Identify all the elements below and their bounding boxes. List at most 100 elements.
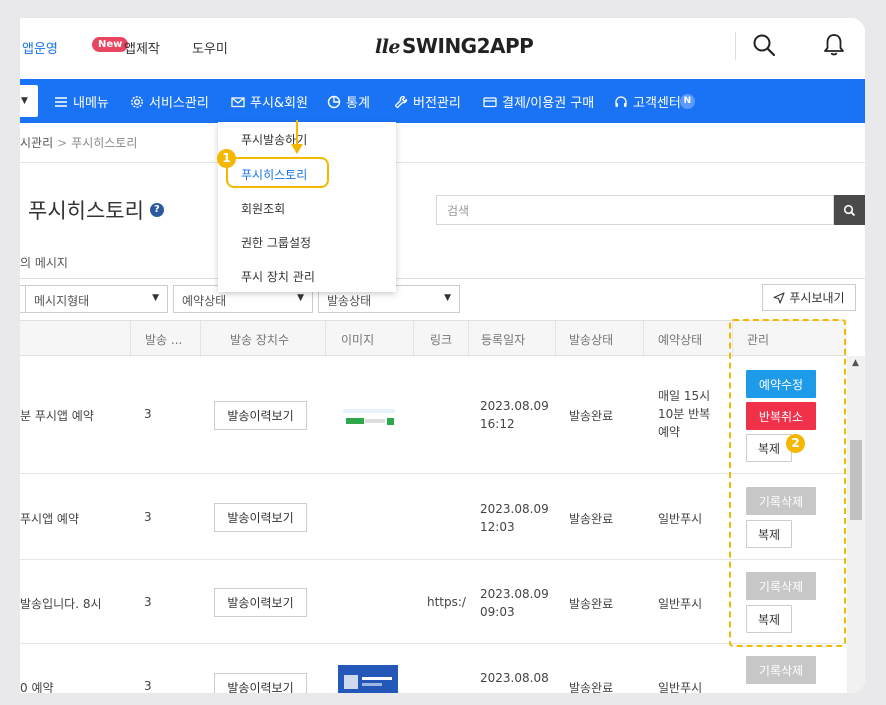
page-title: 푸시히스토리 ? bbox=[28, 195, 164, 225]
logo-text: SWING2APP bbox=[402, 34, 534, 58]
nav-push-member-label: 푸시&회원 bbox=[250, 96, 308, 111]
row-time: 12:03 bbox=[480, 520, 515, 534]
menu-item-highlight bbox=[226, 157, 329, 188]
nav-my-menu-label: 내메뉴 bbox=[73, 96, 109, 111]
push-image-thumbnail bbox=[338, 665, 398, 693]
nav-help[interactable]: 도우미 bbox=[192, 38, 228, 57]
menu-item-member-search[interactable]: 회원조회 bbox=[241, 200, 285, 217]
row-reserve: 일반푸시 bbox=[658, 512, 703, 526]
send-history-button[interactable]: 발송이력보기 bbox=[214, 588, 307, 617]
send-push-label: 푸시보내기 bbox=[789, 291, 845, 305]
table-row[interactable]: 분 푸시앱 예약 3 발송이력보기 2023.08.09 16:12 발송완료 … bbox=[20, 356, 847, 474]
send-history-button[interactable]: 발송이력보기 bbox=[214, 401, 307, 430]
bell-icon[interactable] bbox=[821, 32, 847, 58]
send-history-button[interactable]: 발송이력보기 bbox=[214, 503, 307, 532]
row-status: 발송완료 bbox=[569, 512, 614, 526]
search-input[interactable]: 검색 bbox=[436, 195, 834, 225]
delete-record-button[interactable]: 기록삭제 bbox=[746, 656, 816, 684]
push-image-thumbnail bbox=[343, 409, 395, 427]
nav-push-member[interactable]: 푸시&회원 bbox=[231, 92, 308, 111]
row-count: 3 bbox=[144, 679, 152, 693]
row-title: 분 푸시앱 예약 bbox=[20, 409, 94, 423]
table-row[interactable]: 푸시앱 예약 3 발송이력보기 2023.08.09 12:03 발송완료 일반… bbox=[20, 474, 847, 560]
row-date: 2023.08.08 bbox=[480, 671, 549, 685]
col-reserve[interactable]: 예약상태 bbox=[658, 331, 702, 348]
column-divider bbox=[200, 321, 201, 357]
table-row[interactable]: 0 예약 3 발송이력보기 2023.08.08 발송완료 일반푸시 기록삭제 bbox=[20, 644, 847, 693]
image-thumbnail-graphic bbox=[344, 675, 392, 689]
menu-item-push-device-manage[interactable]: 푸시 장치 관리 bbox=[241, 268, 315, 285]
nav-service-manage-label: 서비스관리 bbox=[149, 96, 209, 111]
row-reserve-line: 매일 15시 bbox=[658, 389, 711, 403]
notice-badge: N bbox=[679, 94, 695, 109]
table-row[interactable]: 발송입니다. 8시 3 발송이력보기 https:/ 2023.08.09 09… bbox=[20, 560, 847, 644]
scroll-up-icon[interactable]: ▲ bbox=[852, 358, 859, 368]
message-type-select[interactable]: 메시지형태 ▼ bbox=[25, 285, 168, 313]
help-icon[interactable]: ? bbox=[149, 203, 164, 217]
table-scrollbar[interactable]: ▲ bbox=[847, 356, 865, 693]
col-link[interactable]: 링크 bbox=[430, 331, 452, 348]
row-link[interactable]: https:/ bbox=[427, 595, 466, 609]
col-date[interactable]: 등록일자 bbox=[481, 331, 525, 348]
reservation-status-label: 예약상태 bbox=[182, 294, 227, 308]
caret-down-icon: ▼ bbox=[152, 293, 159, 303]
row-reserve: 일반푸시 bbox=[658, 597, 703, 611]
logo-mark: lle bbox=[375, 36, 401, 58]
callout-badge-2: 2 bbox=[786, 434, 805, 453]
nav-customer-center[interactable]: 고객센터 N bbox=[614, 92, 695, 111]
caret-down-icon: ▼ bbox=[444, 293, 451, 303]
send-status-label: 발송상태 bbox=[327, 294, 372, 308]
send-push-button[interactable]: 푸시보내기 bbox=[762, 284, 856, 311]
row-date: 2023.08.09 bbox=[480, 587, 549, 601]
row-title: 푸시앱 예약 bbox=[20, 512, 80, 526]
manage-column-highlight bbox=[729, 319, 846, 647]
search-icon[interactable] bbox=[751, 32, 777, 58]
column-divider bbox=[325, 321, 326, 357]
caret-down-icon: ▼ bbox=[297, 293, 304, 303]
search-button[interactable] bbox=[834, 195, 865, 225]
row-count: 3 bbox=[144, 595, 152, 609]
col-device-count[interactable]: 발송 장치수 bbox=[230, 331, 289, 348]
card-icon bbox=[483, 96, 497, 107]
col-send-count[interactable]: 발송 ... bbox=[145, 331, 182, 348]
table-header: 발송 ... 발송 장치수 이미지 링크 등록일자 발송상태 예약상태 관리 bbox=[20, 320, 847, 357]
row-count: 3 bbox=[144, 407, 152, 421]
row-reserve-line: 예약 bbox=[658, 425, 681, 439]
gear-icon bbox=[131, 95, 143, 108]
row-status: 발송완료 bbox=[569, 597, 614, 611]
breadcrumb-current: 푸시히스토리 bbox=[71, 136, 138, 150]
nav-app-operation[interactable]: 앱운영 bbox=[22, 38, 58, 57]
top-bar: 앱운영 New 앱제작 도우미 lle SWING2APP bbox=[20, 18, 865, 79]
divider bbox=[735, 32, 736, 60]
nav-statistics[interactable]: 통계 bbox=[327, 92, 370, 111]
column-divider bbox=[555, 321, 556, 357]
nav-payment[interactable]: 결제/이용권 구매 bbox=[483, 92, 594, 111]
section-subtitle: 의 메시지 bbox=[20, 256, 68, 270]
paper-plane-icon bbox=[773, 291, 785, 304]
breadcrumb-parent[interactable]: 시관리 bbox=[20, 136, 53, 150]
send-history-button[interactable]: 발송이력보기 bbox=[214, 673, 307, 693]
nav-app-build[interactable]: 앱제작 bbox=[124, 38, 160, 57]
scrollbar-thumb[interactable] bbox=[850, 440, 862, 520]
row-date: 2023.08.09 bbox=[480, 399, 549, 413]
divider bbox=[20, 162, 865, 163]
nav-service-manage[interactable]: 서비스관리 bbox=[130, 92, 209, 111]
nav-version-manage[interactable]: 버전관리 bbox=[394, 92, 461, 111]
menu-item-permission-group[interactable]: 권한 그룹설정 bbox=[241, 234, 311, 251]
col-status[interactable]: 발송상태 bbox=[569, 331, 613, 348]
app-select[interactable]: ▼ bbox=[20, 85, 38, 117]
row-title: 0 예약 bbox=[20, 681, 54, 693]
column-divider bbox=[130, 321, 131, 357]
row-time: 09:03 bbox=[480, 605, 515, 619]
headset-icon bbox=[615, 95, 627, 107]
message-type-label: 메시지형태 bbox=[34, 294, 90, 308]
new-badge: New bbox=[92, 37, 129, 52]
arrow-down-icon bbox=[291, 120, 303, 154]
swing2app-logo[interactable]: lle SWING2APP bbox=[375, 34, 534, 58]
app-window: 앱운영 New 앱제작 도우미 lle SWING2APP ▼ 내메뉴 서비스관리 bbox=[20, 18, 865, 693]
breadcrumb: 시관리 > 푸시히스토리 bbox=[20, 134, 137, 151]
column-divider bbox=[643, 321, 644, 357]
image-thumbnail-graphic bbox=[343, 409, 395, 425]
nav-my-menu[interactable]: 내메뉴 bbox=[54, 92, 109, 111]
col-image[interactable]: 이미지 bbox=[341, 331, 374, 348]
